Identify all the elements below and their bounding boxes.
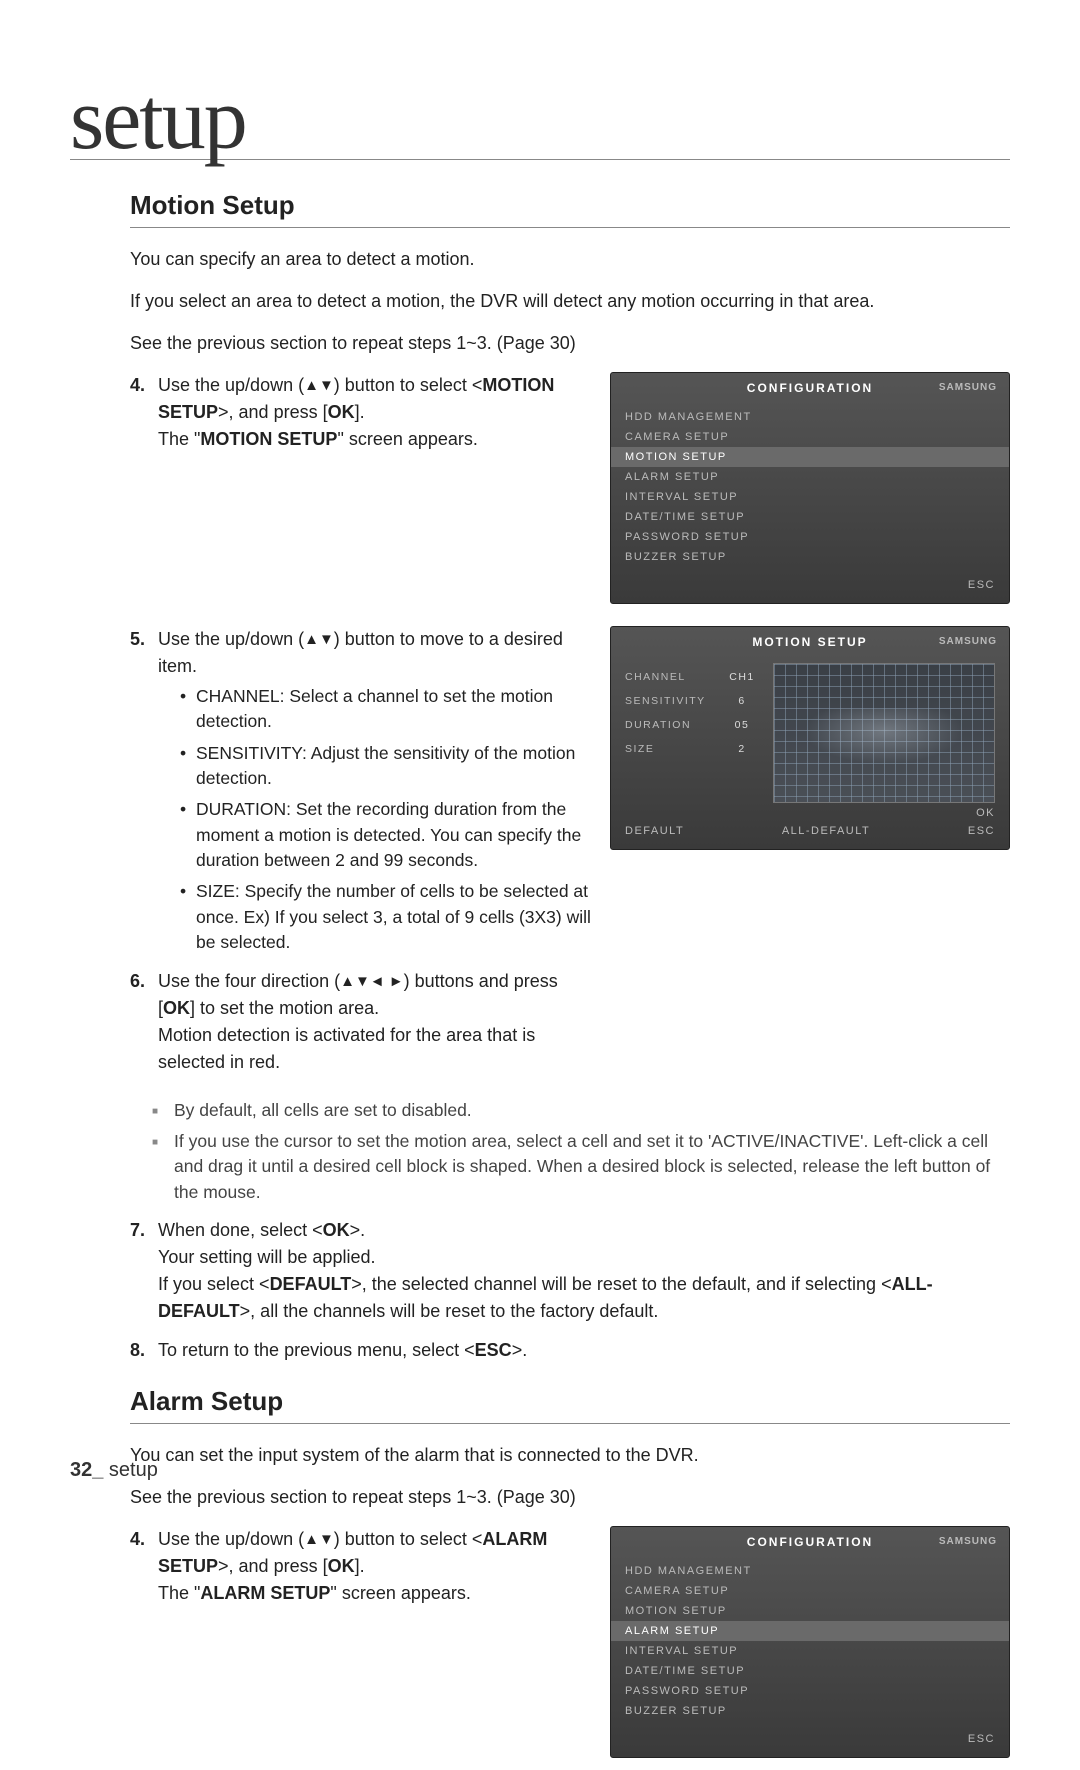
osd-default-button[interactable]: DEFAULT [625, 825, 684, 837]
osd-item-hdd[interactable]: HDD MANAGEMENT [611, 1561, 1009, 1581]
motion-step-5: 5. Use the up/down (▲▼) button to move t… [130, 626, 592, 956]
bullet-size: SIZE: Specify the number of cells to be … [180, 879, 592, 955]
label-duration: DURATION [625, 719, 711, 731]
motion-heading: Motion Setup [130, 190, 1010, 228]
osd-item-datetime[interactable]: DATE/TIME SETUP [611, 507, 1009, 527]
value-duration[interactable]: 05 [725, 719, 759, 731]
osd-item-camera[interactable]: CAMERA SETUP [611, 427, 1009, 447]
osd-esc-button[interactable]: ESC [968, 825, 995, 837]
osd-configuration-motion: CONFIGURATION SAMSUNG HDD MANAGEMENT CAM… [610, 372, 1010, 604]
motion-step-4: 4. Use the up/down (▲▼) button to select… [130, 372, 592, 453]
osd-item-motion[interactable]: MOTION SETUP [611, 447, 1009, 467]
motion-area-grid[interactable] [773, 663, 995, 803]
osd-item-hdd[interactable]: HDD MANAGEMENT [611, 407, 1009, 427]
osd-item-camera[interactable]: CAMERA SETUP [611, 1581, 1009, 1601]
osd-esc-button[interactable]: ESC [968, 579, 995, 591]
step-number: 7. [130, 1217, 145, 1244]
value-sensitivity[interactable]: 6 [725, 695, 759, 707]
motion-step-7: 7. When done, select <OK>. Your setting … [130, 1217, 1010, 1325]
osd-item-alarm[interactable]: ALARM SETUP [611, 467, 1009, 487]
osd-item-password[interactable]: PASSWORD SETUP [611, 1681, 1009, 1701]
bullet-channel: CHANNEL: Select a channel to set the mot… [180, 684, 592, 735]
page-title: setup [70, 80, 1010, 160]
osd-title: MOTION SETUP [752, 635, 867, 649]
alarm-heading: Alarm Setup [130, 1386, 1010, 1424]
osd-motion-setup: MOTION SETUP SAMSUNG CHANNEL SENSITIVITY… [610, 626, 1010, 850]
alarm-intro-2: See the previous section to repeat steps… [130, 1484, 1010, 1512]
osd-item-buzzer[interactable]: BUZZER SETUP [611, 1701, 1009, 1721]
label-size: SIZE [625, 743, 711, 755]
value-size[interactable]: 2 [725, 743, 759, 755]
osd-all-default-button[interactable]: ALL-DEFAULT [782, 825, 870, 837]
value-channel[interactable]: CH1 [725, 671, 759, 683]
motion-intro-1: You can specify an area to detect a moti… [130, 246, 1010, 274]
step-number: 4. [130, 372, 145, 399]
step-number: 5. [130, 626, 145, 653]
footer-text: setup [103, 1459, 157, 1481]
direction-icon: ▲▼◄ ► [340, 971, 404, 994]
osd-brand: SAMSUNG [939, 382, 997, 393]
page-footer: 32_ setup [70, 1459, 158, 1482]
motion-note-2: If you use the cursor to set the motion … [152, 1129, 1010, 1205]
alarm-intro-1: You can set the input system of the alar… [130, 1442, 1010, 1470]
alarm-step-4: 4. Use the up/down (▲▼) button to select… [130, 1526, 592, 1607]
osd-configuration-alarm: CONFIGURATION SAMSUNG HDD MANAGEMENT CAM… [610, 1526, 1010, 1758]
step-number: 8. [130, 1337, 145, 1364]
osd-item-interval[interactable]: INTERVAL SETUP [611, 487, 1009, 507]
osd-esc-button[interactable]: ESC [968, 1733, 995, 1745]
osd-title: CONFIGURATION [747, 1535, 873, 1549]
osd-item-motion[interactable]: MOTION SETUP [611, 1601, 1009, 1621]
motion-step-8: 8. To return to the previous menu, selec… [130, 1337, 1010, 1364]
osd-brand: SAMSUNG [939, 636, 997, 647]
motion-step-6: 6. Use the four direction (▲▼◄ ►) button… [130, 968, 592, 1076]
osd-brand: SAMSUNG [939, 1536, 997, 1547]
osd-menu: HDD MANAGEMENT CAMERA SETUP MOTION SETUP… [611, 403, 1009, 573]
step-number: 6. [130, 968, 145, 995]
up-down-icon: ▲▼ [304, 375, 334, 398]
label-sensitivity: SENSITIVITY [625, 695, 711, 707]
page-number: 32_ [70, 1459, 103, 1481]
bullet-duration: DURATION: Set the recording duration fro… [180, 797, 592, 873]
motion-intro-3: See the previous section to repeat steps… [130, 330, 1010, 358]
up-down-icon: ▲▼ [304, 629, 334, 652]
up-down-icon: ▲▼ [304, 1529, 334, 1552]
osd-item-interval[interactable]: INTERVAL SETUP [611, 1641, 1009, 1661]
osd-item-datetime[interactable]: DATE/TIME SETUP [611, 1661, 1009, 1681]
label-channel: CHANNEL [625, 671, 711, 683]
osd-item-buzzer[interactable]: BUZZER SETUP [611, 547, 1009, 567]
motion-intro-2: If you select an area to detect a motion… [130, 288, 1010, 316]
osd-title: CONFIGURATION [747, 381, 873, 395]
osd-menu: HDD MANAGEMENT CAMERA SETUP MOTION SETUP… [611, 1557, 1009, 1727]
osd-item-password[interactable]: PASSWORD SETUP [611, 527, 1009, 547]
osd-ok-button[interactable]: OK [976, 807, 995, 819]
bullet-sensitivity: SENSITIVITY: Adjust the sensitivity of t… [180, 741, 592, 792]
motion-note-1: By default, all cells are set to disable… [152, 1098, 1010, 1123]
osd-item-alarm[interactable]: ALARM SETUP [611, 1621, 1009, 1641]
